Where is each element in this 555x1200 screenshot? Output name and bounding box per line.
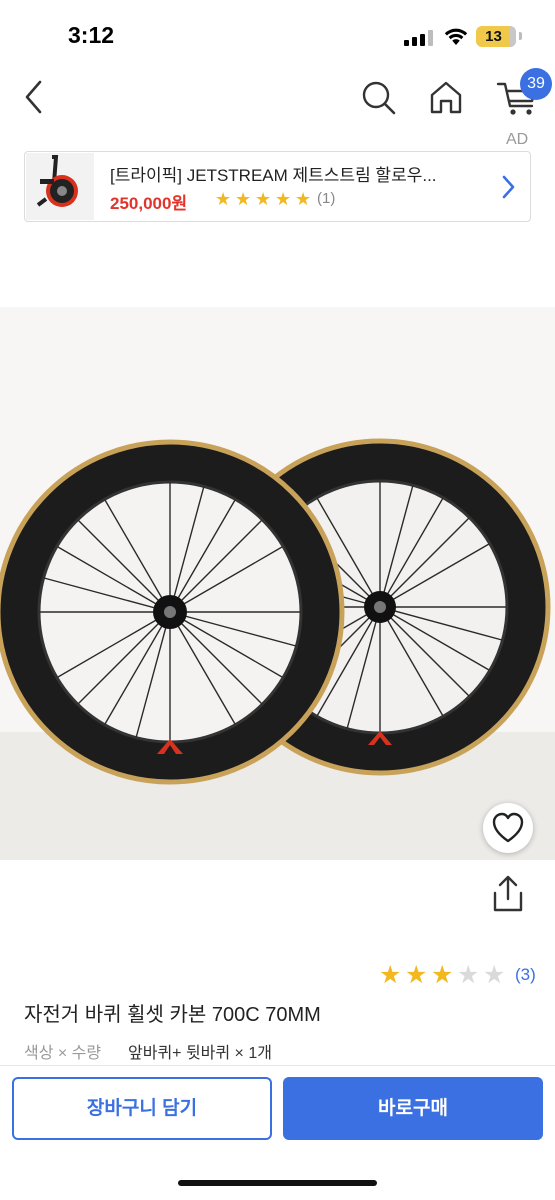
option-value: 앞바퀴+ 뒷바퀴 × 1개	[128, 1045, 272, 1062]
cart-badge[interactable]: 39	[520, 68, 552, 100]
cellular-signal-icon	[404, 30, 434, 46]
star-icon: ★	[255, 189, 272, 210]
ad-price: 250,000원	[110, 194, 188, 213]
star-icon: ★	[215, 189, 232, 210]
ad-rating-stars: ★ ★ ★ ★ ★	[215, 190, 315, 210]
product-title: 자전거 바퀴 휠셋 카본 700C 70MM	[24, 1004, 321, 1026]
divider	[0, 1065, 555, 1066]
star-icon: ★	[405, 960, 428, 989]
product-rating[interactable]: ★ ★ ★ ★ ★ (3)	[379, 962, 536, 988]
wheelset-photo	[0, 438, 551, 785]
home-indicator[interactable]	[178, 1180, 377, 1186]
star-empty-icon: ★	[483, 960, 506, 989]
star-icon: ★	[275, 189, 292, 210]
status-bar: 3:12 13	[0, 0, 555, 70]
ad-product-image	[26, 153, 94, 220]
share-icon[interactable]	[488, 873, 528, 915]
heart-icon	[492, 812, 524, 843]
star-icon: ★	[431, 960, 454, 989]
product-image[interactable]	[0, 307, 555, 860]
chevron-right-icon[interactable]	[496, 172, 520, 202]
wifi-icon	[444, 28, 468, 45]
buy-now-button[interactable]: 바로구매	[283, 1077, 543, 1140]
star-icon: ★	[295, 189, 312, 210]
chevron-left-icon[interactable]	[18, 76, 52, 118]
ad-label: AD	[506, 131, 529, 148]
add-to-cart-button[interactable]: 장바구니 담기	[12, 1077, 272, 1140]
search-icon[interactable]	[358, 76, 398, 118]
like-button[interactable]	[483, 803, 533, 853]
star-empty-icon: ★	[457, 960, 480, 989]
ad-title[interactable]: [트라이픽] JETSTREAM 제트스트림 할로우...	[110, 161, 482, 186]
review-count[interactable]: (3)	[515, 965, 536, 985]
star-icon: ★	[379, 960, 402, 989]
status-time: 3:12	[68, 22, 115, 48]
home-icon[interactable]	[425, 76, 467, 118]
option-label: 색상 × 수량	[24, 1045, 102, 1062]
ad-banner[interactable]: [트라이픽] JETSTREAM 제트스트림 할로우... 250,000원 ★…	[24, 151, 531, 222]
ad-review-count: (1)	[317, 190, 336, 207]
battery-icon: 13	[476, 26, 516, 47]
ad-thumbnail	[26, 153, 94, 220]
battery-level: 13	[485, 28, 502, 45]
star-icon: ★	[235, 189, 252, 210]
